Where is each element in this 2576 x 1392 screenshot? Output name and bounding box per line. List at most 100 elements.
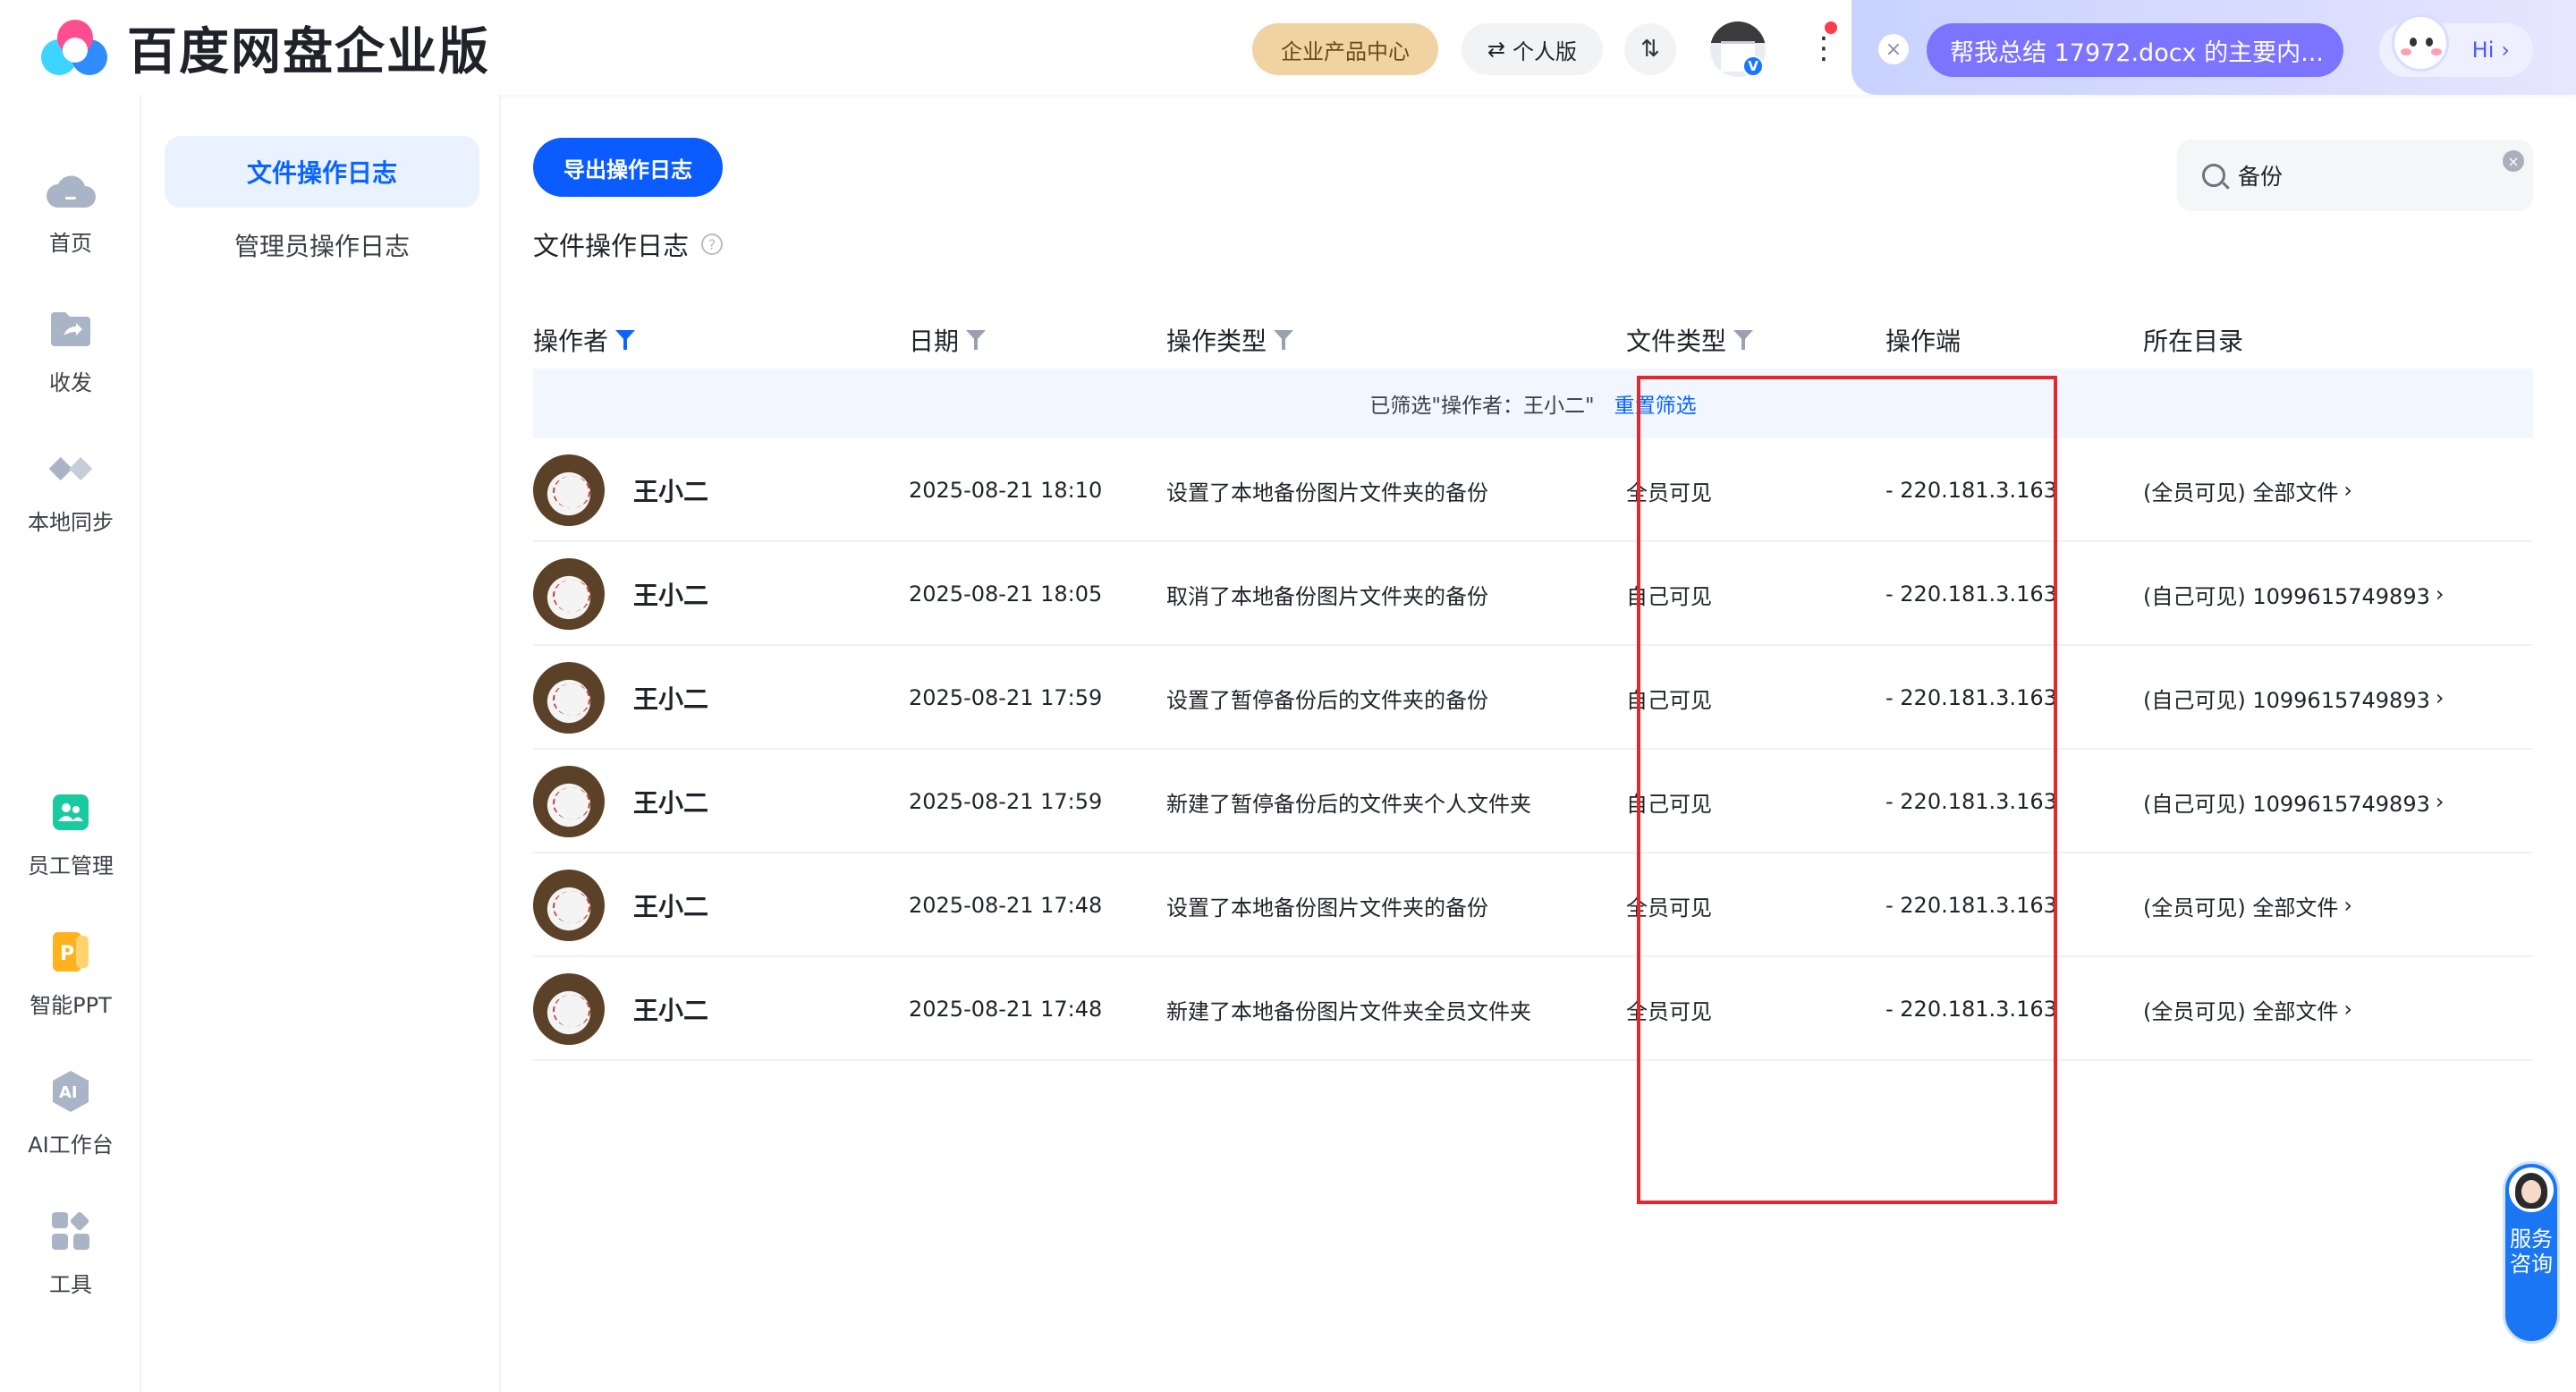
rail-item-ai-workbench[interactable]: AI AI工作台 (0, 1066, 141, 1159)
table-row[interactable]: 王小二 2025-08-21 17:59 设置了暂停备份后的文件夹的备份 自己可… (533, 646, 2533, 750)
date-cell: 2025-08-21 17:59 (909, 685, 1103, 710)
table-body: 王小二 2025-08-21 18:10 设置了本地备份图片文件夹的备份 全员可… (533, 438, 2533, 1061)
column-header-action-type[interactable]: 操作类型 (1166, 322, 1294, 358)
chevron-right-icon: › (2435, 581, 2445, 607)
directory-text: (自己可见) 1099615749893 (2143, 583, 2430, 609)
directory-text: (全员可见) 全部文件 (2143, 998, 2339, 1024)
directory-link[interactable]: (全员可见) 全部文件 › (2143, 438, 2352, 542)
brand-name: 百度网盘企业版 (127, 22, 490, 81)
agent-avatar-icon (2509, 1167, 2554, 1212)
operator-name: 王小二 (633, 581, 709, 610)
search-box[interactable] (2177, 140, 2533, 211)
main-content: 导出操作日志 文件操作日志 ? × 操作者 日期 操作类型 文件类型 操作端 所… (503, 95, 2576, 1392)
column-header-file-type[interactable]: 文件类型 (1626, 322, 1754, 358)
service-consult-label: 服务咨询 (2510, 1226, 2553, 1277)
subnav-item-file-log[interactable]: 文件操作日志 (165, 136, 479, 208)
highlight-box (1637, 376, 2057, 1204)
table-row[interactable]: 王小二 2025-08-21 17:59 新建了暂停备份后的文件夹个人文件夹 自… (533, 750, 2533, 853)
baidu-netdisk-logo-icon (38, 16, 113, 79)
column-label: 日期 (909, 327, 960, 356)
rail-item-staff[interactable]: 员工管理 (0, 787, 141, 879)
directory-text: (全员可见) 全部文件 (2143, 895, 2339, 921)
personal-edition-label: 个人版 (1513, 38, 1578, 64)
close-icon[interactable]: × (1878, 34, 1909, 64)
subnav-item-admin-log[interactable]: 管理员操作日志 (165, 209, 479, 281)
verified-badge: V (1742, 55, 1764, 77)
page-title: 文件操作日志 ? (533, 225, 724, 263)
rail-label: 首页 (49, 231, 92, 256)
filter-banner: 已筛选"操作者：王小二" 重置筛选 (533, 369, 2533, 438)
transfer-button[interactable]: ⇅ (1624, 23, 1676, 75)
directory-link[interactable]: (全员可见) 全部文件 › (2143, 957, 2352, 1061)
rail-item-tools[interactable]: 工具 (0, 1206, 141, 1298)
filter-status-text: 已筛选"操作者：王小二" (1369, 395, 1595, 418)
service-consult-button[interactable]: 服务咨询 (2503, 1161, 2560, 1344)
rail-label: 智能PPT (30, 993, 112, 1018)
more-menu-icon[interactable]: ⋮ (1809, 30, 1839, 66)
directory-text: (自己可见) 1099615749893 (2143, 791, 2430, 817)
svg-text:P: P (60, 943, 74, 965)
export-log-button[interactable]: 导出操作日志 (533, 138, 723, 197)
rail-label: 收发 (49, 370, 92, 395)
directory-text: (自己可见) 1099615749893 (2143, 687, 2430, 713)
transfer-icon: ⇅ (1640, 36, 1660, 63)
filter-icon[interactable] (1274, 328, 1294, 352)
action-cell: 新建了本地备份图片文件夹全员文件夹 (1166, 998, 1531, 1024)
chevron-right-icon: › (2435, 789, 2445, 814)
chevron-right-icon: › (2501, 38, 2510, 63)
filter-icon[interactable] (615, 328, 636, 352)
table-row[interactable]: 王小二 2025-08-21 18:10 设置了本地备份图片文件夹的备份 全员可… (533, 438, 2533, 542)
directory-link[interactable]: (自己可见) 1099615749893 › (2143, 542, 2444, 646)
action-cell: 新建了暂停备份后的文件夹个人文件夹 (1166, 791, 1531, 817)
table-row[interactable]: 王小二 2025-08-21 17:48 设置了本地备份图片文件夹的备份 全员可… (533, 853, 2533, 957)
action-cell: 设置了本地备份图片文件夹的备份 (1166, 480, 1488, 505)
page-title-text: 文件操作日志 (533, 231, 690, 261)
rail-item-sync[interactable]: 本地同步 (0, 444, 141, 536)
date-cell: 2025-08-21 17:48 (909, 893, 1103, 918)
operator-name: 王小二 (633, 996, 709, 1025)
action-cell: 设置了本地备份图片文件夹的备份 (1166, 895, 1488, 921)
rail-item-share[interactable]: 收发 (0, 304, 141, 396)
staff-icon (46, 787, 96, 837)
operator-avatar (533, 558, 605, 630)
operator-avatar (533, 662, 605, 734)
chevron-right-icon: › (2343, 893, 2352, 918)
icon-rail: 首页 收发 本地同步 员工管理 P 智能PPT AI AI工作台 工具 (0, 95, 141, 1392)
rail-label: 员工管理 (28, 853, 114, 878)
operator-name: 王小二 (633, 477, 709, 506)
brand[interactable]: 百度网盘企业版 (38, 16, 490, 81)
search-input[interactable] (2238, 162, 2488, 189)
filter-icon[interactable] (966, 328, 987, 352)
date-cell: 2025-08-21 17:48 (909, 997, 1103, 1022)
operator-avatar (533, 870, 605, 941)
date-cell: 2025-08-21 17:59 (909, 789, 1103, 814)
action-cell: 取消了本地备份图片文件夹的备份 (1166, 583, 1488, 609)
table-header: 操作者 日期 操作类型 文件类型 操作端 所在目录 (533, 302, 2533, 374)
filter-icon[interactable] (1733, 328, 1754, 352)
directory-text: (全员可见) 全部文件 (2143, 480, 2339, 505)
operator-name: 王小二 (633, 892, 709, 921)
operator-name: 王小二 (633, 788, 709, 818)
top-bar: 百度网盘企业版 企业产品中心 ⇄ 个人版 ⇅ V ⋮ × 帮我总结 17972.… (0, 0, 2576, 95)
enterprise-center-button[interactable]: 企业产品中心 (1252, 23, 1438, 75)
column-header-operator[interactable]: 操作者 (533, 322, 636, 358)
folder-share-icon (46, 304, 96, 354)
directory-link[interactable]: (自己可见) 1099615749893 › (2143, 646, 2444, 750)
svg-text:AI: AI (59, 1083, 78, 1102)
table-row[interactable]: 王小二 2025-08-21 17:48 新建了本地备份图片文件夹全员文件夹 全… (533, 957, 2533, 1061)
directory-link[interactable]: (自己可见) 1099615749893 › (2143, 750, 2444, 853)
help-icon[interactable]: ? (701, 233, 724, 255)
ai-hi-label: Hi (2471, 38, 2495, 63)
rail-label: AI工作台 (28, 1133, 114, 1158)
ai-suggestion-button[interactable]: 帮我总结 17972.docx 的主要内... (1927, 23, 2343, 77)
personal-edition-button[interactable]: ⇄ 个人版 (1462, 23, 1603, 75)
ai-workbench-icon: AI (46, 1066, 96, 1116)
table-row[interactable]: 王小二 2025-08-21 18:05 取消了本地备份图片文件夹的备份 自己可… (533, 542, 2533, 646)
clear-search-icon[interactable]: × (2503, 150, 2524, 172)
ai-mascot-icon (2385, 7, 2456, 82)
rail-item-ppt[interactable]: P 智能PPT (0, 927, 141, 1019)
rail-item-home[interactable]: 首页 (0, 165, 141, 257)
date-cell: 2025-08-21 18:10 (909, 478, 1103, 503)
column-header-date[interactable]: 日期 (909, 322, 987, 358)
directory-link[interactable]: (全员可见) 全部文件 › (2143, 853, 2352, 957)
